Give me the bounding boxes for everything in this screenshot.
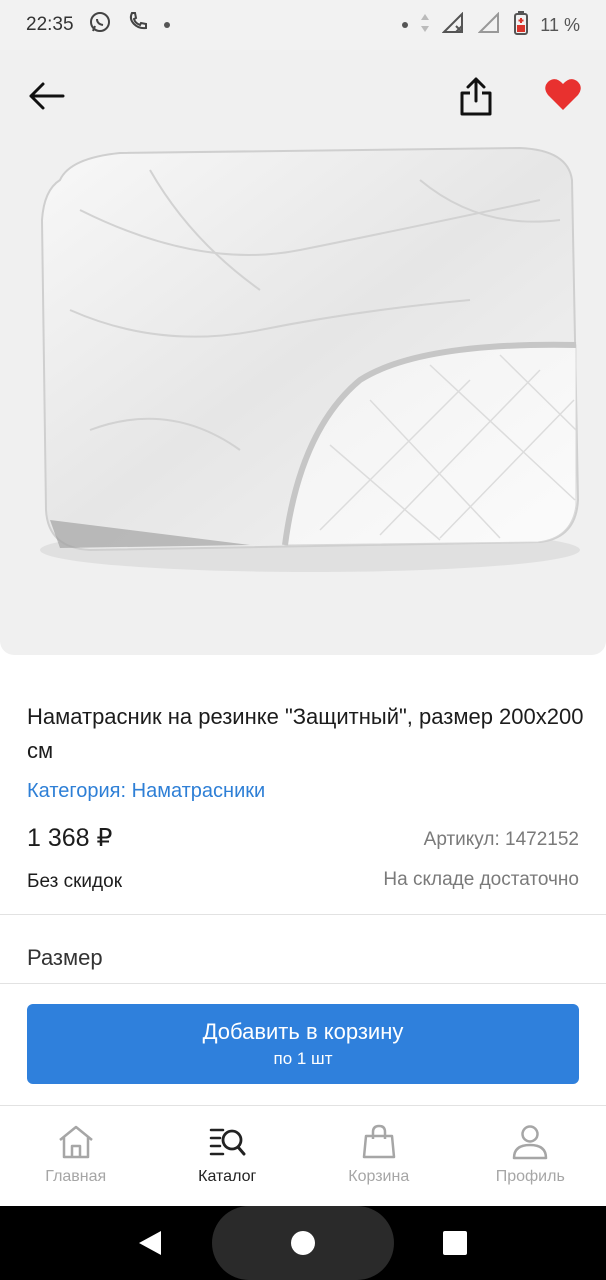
category-value: Наматрасники: [131, 780, 266, 802]
triangle-back-icon: [139, 1231, 161, 1255]
circle-home-icon: [291, 1231, 315, 1255]
category-prefix: Категория:: [27, 780, 127, 802]
heart-icon: [545, 79, 581, 110]
divider: [0, 914, 606, 915]
tab-home-label: Главная: [45, 1168, 107, 1185]
signal-icon: [441, 11, 466, 39]
add-to-cart-quantity: по 1 шт: [273, 1049, 333, 1068]
tab-catalog-label: Каталог: [198, 1168, 257, 1185]
battery-percent: 11 %: [540, 14, 580, 35]
profile-icon: [513, 1125, 548, 1160]
square-recents-icon: [443, 1231, 467, 1255]
size-section-title[interactable]: Размер: [27, 945, 103, 971]
tab-home[interactable]: Главная: [0, 1106, 152, 1206]
back-button[interactable]: [22, 72, 70, 120]
notification-dot-icon: [163, 22, 170, 28]
home-icon: [58, 1125, 93, 1159]
category-link[interactable]: Категория: Наматрасники: [27, 780, 265, 803]
whatsapp-icon: [88, 10, 112, 40]
bottom-tab-bar: Главная Каталог Корзина Профиль: [0, 1106, 606, 1206]
nav-recents-button[interactable]: [435, 1226, 475, 1260]
catalog-search-icon: [210, 1128, 246, 1156]
signal-icon: [477, 11, 502, 39]
tab-profile[interactable]: Профиль: [455, 1106, 606, 1206]
shopping-bag-icon: [362, 1124, 395, 1159]
product-price: 1 368 ₽: [27, 824, 113, 852]
stock-status: На складе достаточно: [383, 869, 579, 890]
discount-status: Без скидок: [27, 871, 122, 892]
tab-profile-label: Профиль: [495, 1168, 565, 1185]
favorite-button[interactable]: [539, 70, 587, 118]
nav-home-button[interactable]: [283, 1226, 323, 1260]
phone-call-icon: [126, 10, 150, 40]
notification-dot-icon: [402, 22, 409, 28]
product-image: [40, 146, 580, 572]
product-sku: Артикул: 1472152: [423, 829, 579, 850]
battery-icon: [514, 10, 529, 40]
system-navigation-bar: [0, 1206, 606, 1280]
share-button[interactable]: [452, 72, 500, 120]
status-time: 22:35: [26, 14, 74, 35]
tab-cart-label: Корзина: [348, 1168, 410, 1185]
share-icon: [460, 77, 492, 116]
divider: [0, 983, 606, 984]
tab-catalog[interactable]: Каталог: [152, 1106, 304, 1206]
status-bar: 22:35 11 %: [0, 0, 606, 50]
product-title: Наматрасник на резинке "Защитный", разме…: [27, 704, 584, 763]
tab-cart[interactable]: Корзина: [303, 1106, 455, 1206]
product-image-area[interactable]: [0, 50, 606, 655]
add-to-cart-button[interactable]: Добавить в корзину по 1 шт: [27, 1004, 579, 1084]
arrow-left-icon: [29, 82, 65, 110]
data-arrows-icon: [420, 12, 430, 39]
add-to-cart-label: Добавить в корзину: [202, 1019, 404, 1044]
nav-back-button[interactable]: [130, 1226, 170, 1260]
